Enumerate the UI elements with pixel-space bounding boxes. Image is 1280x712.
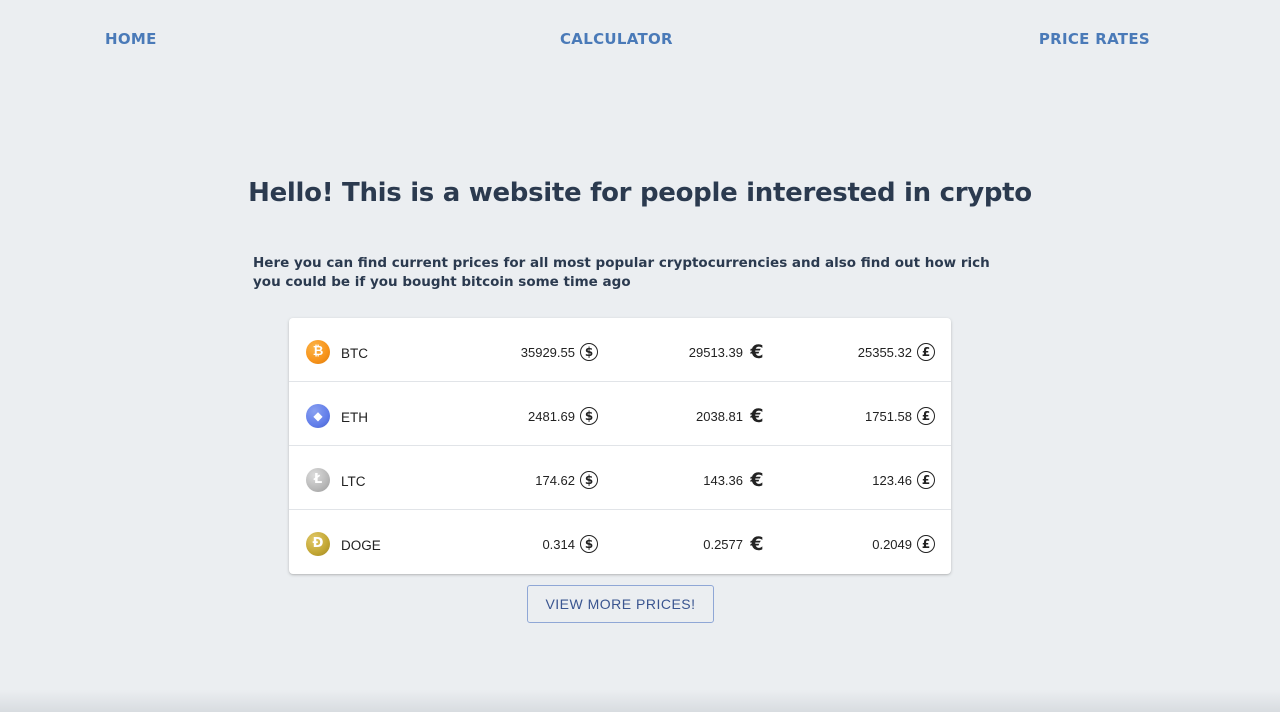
price-eur-value: 2038.81 <box>696 408 743 424</box>
price-row-btc: ₿ BTC 35929.55 $ 29513.39 € 25355.32 £ <box>289 318 951 382</box>
price-gbp-value: 0.2049 <box>872 536 912 552</box>
top-nav: HOME CALCULATOR PRICE RATES <box>0 30 1280 50</box>
price-eur: 2038.81 € <box>696 406 766 426</box>
pound-circle-icon: £ <box>917 407 935 425</box>
euro-icon: € <box>750 405 764 427</box>
pound-circle-icon: £ <box>917 343 935 361</box>
ethereum-icon: ◆ <box>306 404 330 428</box>
price-gbp: 1751.58 £ <box>865 406 935 426</box>
price-eur: 143.36 € <box>703 470 766 490</box>
price-gbp: 25355.32 £ <box>858 342 935 362</box>
page-title: Hello! This is a website for people inte… <box>248 178 1032 208</box>
dollar-circle-icon: $ <box>580 343 598 361</box>
price-usd-value: 0.314 <box>542 536 575 552</box>
price-gbp-value: 123.46 <box>872 472 912 488</box>
price-gbp: 0.2049 £ <box>872 534 935 554</box>
euro-icon: € <box>750 341 764 363</box>
pound-circle-icon: £ <box>917 471 935 489</box>
euro-icon: € <box>750 469 764 491</box>
coin-symbol: LTC <box>341 474 366 489</box>
nav-link-calculator[interactable]: CALCULATOR <box>560 30 673 48</box>
coin-symbol: BTC <box>341 346 368 361</box>
dollar-circle-icon: $ <box>580 535 598 553</box>
page: HOME CALCULATOR PRICE RATES Hello! This … <box>0 0 1280 712</box>
price-eur: 29513.39 € <box>689 342 766 362</box>
euro-icon: € <box>750 533 764 555</box>
coin-symbol: DOGE <box>341 538 381 553</box>
nav-link-price-rates[interactable]: PRICE RATES <box>1039 30 1150 48</box>
price-usd: 0.314 $ <box>542 534 598 554</box>
price-eur: 0.2577 € <box>703 534 766 554</box>
price-gbp-value: 25355.32 <box>857 344 912 360</box>
price-usd-value: 35929.55 <box>520 344 575 360</box>
price-table: ₿ BTC 35929.55 $ 29513.39 € 25355.32 £ ◆… <box>289 318 951 574</box>
pound-circle-icon: £ <box>917 535 935 553</box>
price-row-eth: ◆ ETH 2481.69 $ 2038.81 € 1751.58 £ <box>289 382 951 446</box>
price-eur-value: 143.36 <box>703 472 743 488</box>
price-usd: 35929.55 $ <box>521 342 598 362</box>
price-row-ltc: Ł LTC 174.62 $ 143.36 € 123.46 £ <box>289 446 951 510</box>
price-gbp: 123.46 £ <box>872 470 935 490</box>
price-row-doge: Ð DOGE 0.314 $ 0.2577 € 0.2049 £ <box>289 510 951 574</box>
nav-link-home[interactable]: HOME <box>105 30 157 48</box>
dollar-circle-icon: $ <box>580 471 598 489</box>
price-usd: 2481.69 $ <box>528 406 598 426</box>
price-eur-value: 29513.39 <box>688 344 743 360</box>
footer-shade <box>0 690 1280 712</box>
price-eur-value: 0.2577 <box>703 536 743 552</box>
litecoin-icon: Ł <box>306 468 330 492</box>
dogecoin-icon: Ð <box>306 532 330 556</box>
view-more-prices-button[interactable]: VIEW MORE PRICES! <box>527 585 714 623</box>
price-usd: 174.62 $ <box>535 470 598 490</box>
dollar-circle-icon: $ <box>580 407 598 425</box>
coin-symbol: ETH <box>341 410 368 425</box>
price-usd-value: 2481.69 <box>528 408 575 424</box>
bitcoin-icon: ₿ <box>306 340 330 364</box>
price-gbp-value: 1751.58 <box>865 408 912 424</box>
price-usd-value: 174.62 <box>535 472 575 488</box>
intro-text: Here you can find current prices for all… <box>253 255 990 290</box>
